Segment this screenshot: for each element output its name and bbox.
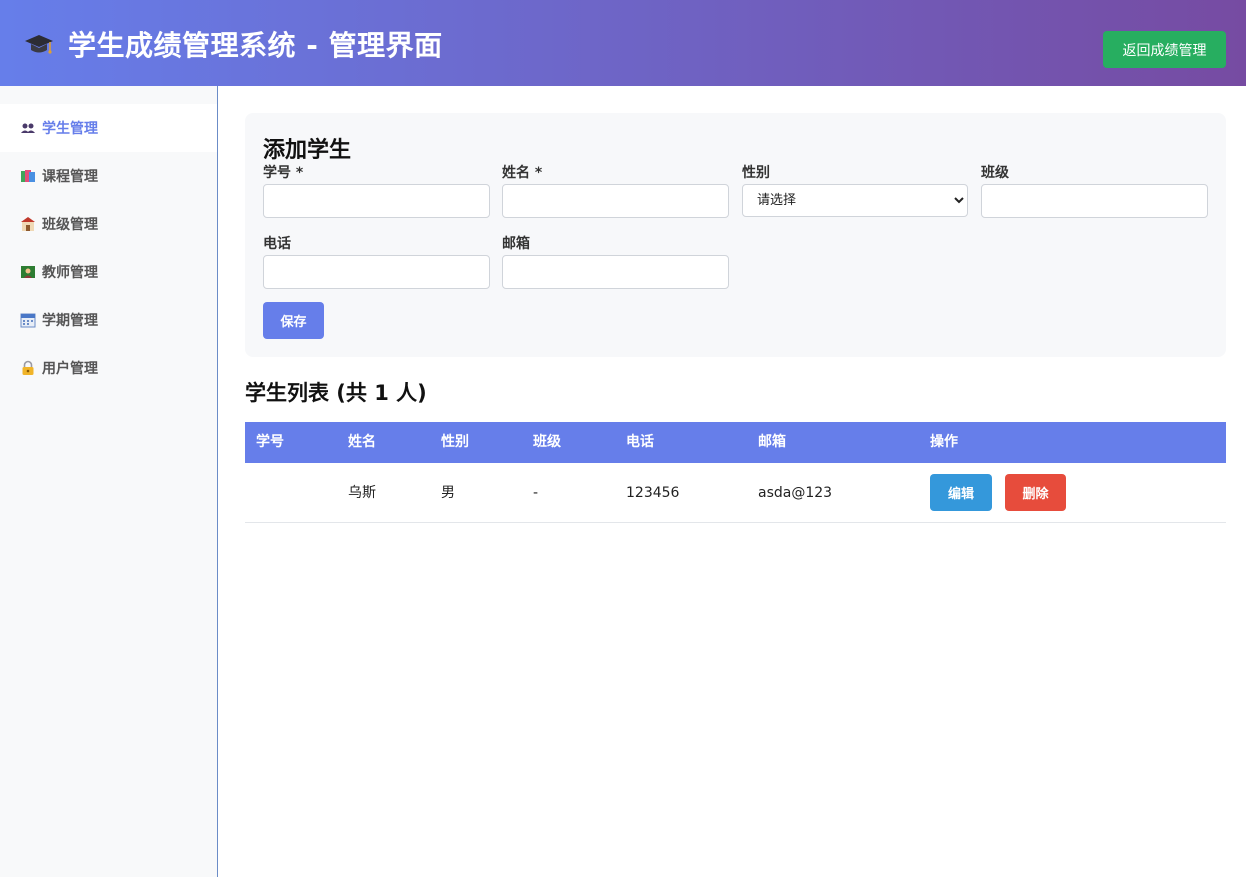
column-header: 学号 — [256, 434, 284, 450]
add-student-form: 添加学生 学号 * 姓名 * 性别 请选择 班级 电话 邮箱 保存 — [245, 113, 1226, 357]
email-label: 邮箱 — [502, 236, 530, 252]
column-header: 性别 — [441, 434, 469, 450]
sidebar-item-label: 用户管理 — [42, 361, 98, 377]
header-title-wrap: 学生成绩管理系统 - 管理界面 — [24, 24, 443, 64]
students-icon — [21, 123, 35, 133]
table-row: 乌斯 男 - 123456 asda@123 编辑 删除 — [245, 463, 1226, 523]
sidebar: 学生管理 课程管理 班级管理 教师管理 学期管理 用户管理 — [0, 86, 218, 877]
form-title: 添加学生 — [263, 138, 352, 163]
sidebar-item-label: 课程管理 — [42, 169, 98, 185]
column-header: 姓名 — [348, 434, 376, 450]
edit-button[interactable]: 编辑 — [930, 474, 992, 511]
name-input[interactable] — [502, 184, 729, 218]
lock-icon — [22, 360, 34, 375]
gender-select[interactable]: 请选择 — [742, 184, 968, 217]
calendar-icon — [20, 313, 36, 328]
sidebar-item-label: 学生管理 — [42, 121, 98, 137]
back-to-grades-button[interactable]: 返回成绩管理 — [1103, 31, 1226, 68]
table-header: 学号 姓名 性别 班级 电话 邮箱 操作 — [245, 422, 1226, 463]
sidebar-item-label: 教师管理 — [42, 265, 98, 281]
class-input[interactable] — [981, 184, 1208, 218]
column-header: 邮箱 — [758, 434, 786, 450]
sidebar-item-teachers[interactable]: 教师管理 — [0, 248, 217, 296]
student-id-input[interactable] — [263, 184, 490, 218]
cell-phone: 123456 — [626, 485, 680, 501]
books-icon — [21, 170, 35, 182]
student-list-title: 学生列表 (共 1 人) — [245, 381, 427, 405]
sidebar-item-label: 班级管理 — [42, 217, 98, 233]
column-header: 班级 — [533, 434, 561, 450]
student-table: 学号 姓名 性别 班级 电话 邮箱 操作 乌斯 男 - 123456 asda@… — [245, 422, 1226, 523]
student-id-label: 学号 * — [263, 165, 304, 181]
sidebar-item-semesters[interactable]: 学期管理 — [0, 296, 217, 344]
column-header: 操作 — [930, 434, 958, 450]
email-input[interactable] — [502, 255, 729, 289]
cell-gender: 男 — [441, 485, 455, 501]
gender-label: 性别 — [742, 165, 770, 181]
app-header: 学生成绩管理系统 - 管理界面 返回成绩管理 — [0, 0, 1246, 86]
cell-class: - — [533, 485, 539, 501]
phone-label: 电话 — [263, 236, 291, 252]
teacher-icon — [21, 266, 35, 278]
sidebar-item-classes[interactable]: 班级管理 — [0, 200, 217, 248]
name-label: 姓名 * — [502, 165, 543, 181]
school-icon — [21, 217, 35, 231]
sidebar-item-courses[interactable]: 课程管理 — [0, 152, 217, 200]
save-button[interactable]: 保存 — [263, 302, 324, 339]
sidebar-item-label: 学期管理 — [42, 313, 98, 329]
sidebar-item-users[interactable]: 用户管理 — [0, 344, 217, 392]
cell-email: asda@123 — [758, 485, 833, 501]
column-header: 电话 — [626, 434, 654, 450]
sidebar-item-students[interactable]: 学生管理 — [0, 104, 217, 152]
phone-input[interactable] — [263, 255, 490, 289]
cell-name: 乌斯 — [348, 485, 376, 501]
graduation-cap-icon — [25, 35, 53, 54]
class-label: 班级 — [981, 165, 1009, 181]
page-title: 学生成绩管理系统 - 管理界面 — [68, 29, 443, 62]
delete-button[interactable]: 删除 — [1005, 474, 1066, 511]
